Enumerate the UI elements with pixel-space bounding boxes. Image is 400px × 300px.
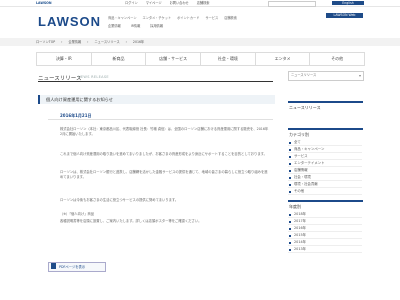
article-paragraph: 各種説明書等を店頭に設置し、ご案内いたします。詳しくは店頭ポスター等をご確認くだ… bbox=[60, 219, 202, 223]
subnav-item[interactable]: IR情報 bbox=[131, 24, 141, 28]
sub-nav: 企業情報 IR情報 採用情報 bbox=[108, 24, 163, 28]
site-logo[interactable]: LAWSON bbox=[38, 14, 101, 29]
breadcrumb-sep: › bbox=[87, 40, 89, 44]
news-select-value: ニュースリリース bbox=[291, 73, 317, 77]
tab-item[interactable]: 店舗・サービス bbox=[146, 53, 202, 65]
sidebar-item[interactable]: その他 bbox=[288, 188, 362, 195]
main-nav: 商品・キャンペーン エンタメ・チケット ポイントカード サービス 店舗検索 bbox=[108, 16, 237, 20]
nav-item[interactable]: サービス bbox=[205, 16, 218, 20]
bullet-icon bbox=[289, 227, 291, 230]
bullet-icon bbox=[289, 148, 291, 151]
top-search-input[interactable] bbox=[268, 1, 316, 7]
top-logo[interactable]: LAWSON bbox=[36, 1, 52, 5]
sidebar-year-item[interactable]: 2018年 bbox=[288, 211, 362, 218]
nav-item[interactable]: ポイントカード bbox=[177, 16, 199, 20]
article-paragraph: 株式会社ローソン（本社：東京都品川区、代表取締役 社長：竹増 貞信）は、全国のロ… bbox=[60, 127, 269, 136]
sidebar-item-label: その他 bbox=[294, 189, 305, 193]
tab-item[interactable]: 新商品 bbox=[92, 53, 147, 65]
breadcrumb-item[interactable]: ローソンTOP bbox=[36, 40, 55, 44]
bullet-icon bbox=[289, 213, 291, 216]
sidebar-item-label: サービス bbox=[294, 154, 308, 158]
top-link[interactable]: お問い合わせ bbox=[170, 1, 189, 5]
tab-item[interactable]: 社会・環境 bbox=[201, 53, 256, 65]
sidebar-item-label: 2014年 bbox=[294, 240, 307, 244]
sidebar-year-item[interactable]: 2013年 bbox=[288, 246, 362, 253]
bullet-icon bbox=[289, 141, 291, 144]
breadcrumb-item[interactable]: 企業情報 bbox=[68, 40, 81, 44]
category-tabs: 決算・IR 新商品 店舗・サービス 社会・環境 エンタメ その他 bbox=[36, 52, 365, 66]
sidebar-year-item[interactable]: 2017年 bbox=[288, 218, 362, 225]
tab-item[interactable]: 決算・IR bbox=[37, 53, 92, 65]
sidebar-item[interactable]: エンターテイメント bbox=[288, 160, 362, 167]
section-subtitle: NEWS RELEASE bbox=[78, 75, 109, 79]
english-button[interactable]: English bbox=[332, 1, 364, 5]
sidebar-news-heading: ニュースリリース bbox=[288, 101, 363, 112]
breadcrumb-item[interactable]: ニュースリリース bbox=[94, 40, 119, 44]
sidebar-item-label: 社会・環境 bbox=[294, 175, 311, 179]
breadcrumb-sep: › bbox=[61, 40, 63, 44]
pdf-icon bbox=[51, 263, 56, 269]
sidebar-item-label: エンターテイメント bbox=[294, 161, 325, 165]
sidebar-item[interactable]: 環境・社会貢献 bbox=[288, 181, 362, 188]
lawson-web-button[interactable]: LAWSON Web bbox=[326, 13, 363, 18]
section-divider bbox=[38, 81, 273, 82]
sidebar-item-label: 2015年 bbox=[294, 233, 307, 237]
sidebar-categories-heading: カテゴリ別 bbox=[288, 128, 363, 139]
article-paragraph: ローソンは今後もお客さまの生活に役立つサービスの提供に努めてまいります。 bbox=[60, 198, 179, 202]
top-link[interactable]: マイページ bbox=[146, 1, 162, 5]
nav-item[interactable]: エンタメ・チケット bbox=[143, 16, 172, 20]
sidebar-item-label: 2017年 bbox=[294, 219, 307, 223]
sidebar-years-heading: 年度別 bbox=[288, 200, 363, 211]
pdf-button-label[interactable]: PDFページを表示 bbox=[59, 264, 85, 269]
sidebar-item-label: 全て bbox=[294, 140, 301, 144]
sidebar-item[interactable]: サービス bbox=[288, 153, 362, 160]
top-link[interactable]: ログイン bbox=[125, 1, 138, 5]
bullet-icon bbox=[289, 162, 291, 165]
bullet-icon bbox=[289, 241, 291, 244]
bullet-icon bbox=[289, 248, 291, 251]
top-link[interactable]: 店舗検索 bbox=[197, 1, 210, 5]
sidebar-item[interactable]: 社会・環境 bbox=[288, 174, 362, 181]
breadcrumb-item: 2016年 bbox=[132, 40, 145, 44]
sidebar-year-item[interactable]: 2015年 bbox=[288, 232, 362, 239]
sidebar-item-label: 2013年 bbox=[294, 247, 307, 251]
sidebar-item-label: 2016年 bbox=[294, 226, 307, 230]
chevron-down-icon: ▾ bbox=[358, 73, 361, 78]
article-paragraph: これまで個人向け資産運用の取り扱いを進めてまいりましたが、お客さまの資産形成をよ… bbox=[60, 152, 267, 156]
tab-item[interactable]: エンタメ bbox=[256, 53, 311, 65]
sidebar-item-label: 店舗情報 bbox=[294, 168, 308, 172]
sidebar-year-item[interactable]: 2016年 bbox=[288, 225, 362, 232]
sidebar-item-label: 商品・キャンペーン bbox=[294, 147, 325, 151]
bullet-icon bbox=[289, 176, 291, 179]
tab-item[interactable]: その他 bbox=[310, 53, 364, 65]
subnav-item[interactable]: 採用情報 bbox=[150, 24, 163, 28]
nav-item[interactable]: 商品・キャンペーン bbox=[108, 16, 137, 20]
news-select[interactable]: ニュースリリース ▾ bbox=[288, 71, 364, 81]
bullet-icon bbox=[289, 234, 291, 237]
sidebar-item[interactable]: 店舗情報 bbox=[288, 167, 362, 174]
sidebar-year-item[interactable]: 2014年 bbox=[288, 239, 362, 246]
breadcrumb: ローソンTOP › 企業情報 › ニュースリリース › 2016年 bbox=[0, 38, 400, 46]
article-paragraph: （※）「個人向け」商品 bbox=[60, 212, 95, 216]
bullet-icon bbox=[289, 220, 291, 223]
sidebar-item[interactable]: 全て bbox=[288, 139, 362, 146]
subnav-item[interactable]: 企業情報 bbox=[108, 24, 121, 28]
date-divider bbox=[48, 119, 273, 120]
top-links: ログイン マイページ お問い合わせ 店舗検索 bbox=[125, 1, 210, 5]
top-bar: LAWSON ログイン マイページ お問い合わせ 店舗検索 English bbox=[0, 0, 400, 7]
bullet-icon bbox=[289, 169, 291, 172]
sidebar-item-label: 2018年 bbox=[294, 212, 307, 216]
sidebar-item-label: 環境・社会貢献 bbox=[294, 182, 318, 186]
bullet-icon bbox=[289, 155, 291, 158]
breadcrumb-sep: › bbox=[125, 40, 127, 44]
article-title: 個人向け資産運用に関するお知らせ bbox=[46, 97, 113, 102]
article-paragraph: ローソンは、株式会社ローソン銀行と連携し、店舗網を活かした金融サービスの提供を通… bbox=[60, 170, 268, 179]
bullet-icon bbox=[289, 190, 291, 193]
nav-item[interactable]: 店舗検索 bbox=[224, 16, 237, 20]
bullet-icon bbox=[289, 183, 291, 186]
sidebar-item[interactable]: 商品・キャンペーン bbox=[288, 146, 362, 153]
